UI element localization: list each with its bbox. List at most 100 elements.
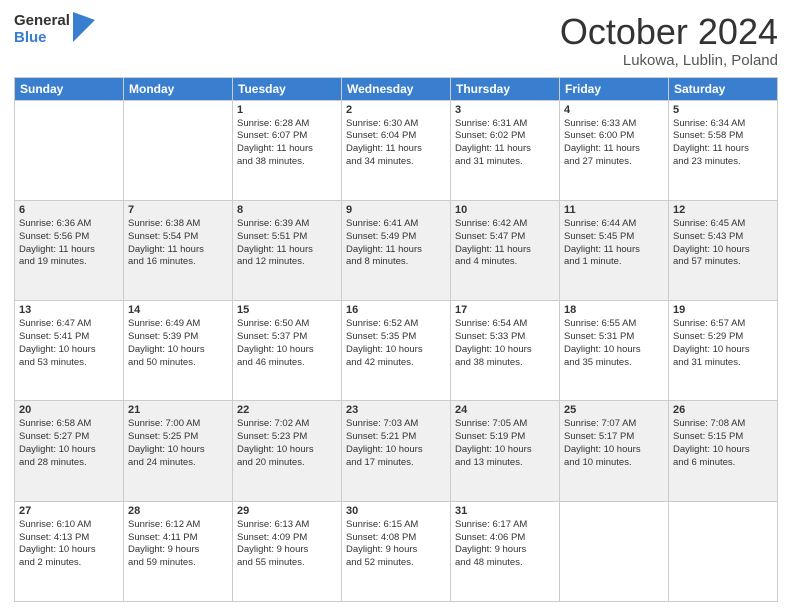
calendar-cell: 8Sunrise: 6:39 AMSunset: 5:51 PMDaylight… xyxy=(233,200,342,300)
cell-text: and 57 minutes. xyxy=(673,256,773,269)
cell-text: Daylight: 9 hours xyxy=(346,544,446,557)
cell-text: Sunrise: 6:52 AM xyxy=(346,318,446,331)
day-number: 3 xyxy=(455,104,555,116)
logo-blue: Blue xyxy=(14,29,70,46)
cell-text: Sunset: 5:31 PM xyxy=(564,331,664,344)
cell-text: Daylight: 10 hours xyxy=(346,444,446,457)
cell-text: Daylight: 11 hours xyxy=(346,244,446,257)
cell-text: Sunset: 5:47 PM xyxy=(455,231,555,244)
calendar-cell: 25Sunrise: 7:07 AMSunset: 5:17 PMDayligh… xyxy=(560,401,669,501)
logo-general: General xyxy=(14,12,70,29)
calendar-cell: 27Sunrise: 6:10 AMSunset: 4:13 PMDayligh… xyxy=(15,501,124,601)
cell-text: Daylight: 10 hours xyxy=(564,444,664,457)
cell-text: and 42 minutes. xyxy=(346,357,446,370)
day-header-monday: Monday xyxy=(124,77,233,100)
cell-text: Daylight: 9 hours xyxy=(455,544,555,557)
calendar-cell: 15Sunrise: 6:50 AMSunset: 5:37 PMDayligh… xyxy=(233,301,342,401)
cell-text: Daylight: 10 hours xyxy=(128,444,228,457)
cell-text: Sunrise: 6:30 AM xyxy=(346,118,446,131)
cell-text: Daylight: 11 hours xyxy=(346,143,446,156)
cell-text: Sunset: 5:17 PM xyxy=(564,431,664,444)
day-header-sunday: Sunday xyxy=(15,77,124,100)
cell-text: and 46 minutes. xyxy=(237,357,337,370)
calendar-cell: 31Sunrise: 6:17 AMSunset: 4:06 PMDayligh… xyxy=(451,501,560,601)
calendar-cell: 13Sunrise: 6:47 AMSunset: 5:41 PMDayligh… xyxy=(15,301,124,401)
cell-text: Daylight: 11 hours xyxy=(237,244,337,257)
cell-text: Sunset: 5:37 PM xyxy=(237,331,337,344)
day-number: 10 xyxy=(455,204,555,216)
cell-text: and 8 minutes. xyxy=(346,256,446,269)
cell-text: Sunrise: 6:12 AM xyxy=(128,519,228,532)
cell-text: and 59 minutes. xyxy=(128,557,228,570)
day-header-saturday: Saturday xyxy=(669,77,778,100)
cell-text: Sunrise: 6:42 AM xyxy=(455,218,555,231)
day-number: 24 xyxy=(455,404,555,416)
cell-text: Sunset: 4:13 PM xyxy=(19,532,119,545)
cell-text: Sunset: 5:49 PM xyxy=(346,231,446,244)
cell-text: Sunrise: 6:36 AM xyxy=(19,218,119,231)
cell-text: Sunset: 6:00 PM xyxy=(564,130,664,143)
day-number: 4 xyxy=(564,104,664,116)
cell-text: Sunset: 5:56 PM xyxy=(19,231,119,244)
cell-text: Daylight: 10 hours xyxy=(673,244,773,257)
cell-text: Sunrise: 6:50 AM xyxy=(237,318,337,331)
cell-text: Sunset: 5:25 PM xyxy=(128,431,228,444)
day-number: 13 xyxy=(19,304,119,316)
day-number: 19 xyxy=(673,304,773,316)
cell-text: Sunrise: 7:03 AM xyxy=(346,418,446,431)
cell-text: Sunrise: 7:05 AM xyxy=(455,418,555,431)
calendar-cell: 7Sunrise: 6:38 AMSunset: 5:54 PMDaylight… xyxy=(124,200,233,300)
calendar-cell: 19Sunrise: 6:57 AMSunset: 5:29 PMDayligh… xyxy=(669,301,778,401)
cell-text: Daylight: 10 hours xyxy=(237,444,337,457)
cell-text: Sunrise: 6:45 AM xyxy=(673,218,773,231)
cell-text: Sunset: 5:45 PM xyxy=(564,231,664,244)
day-number: 22 xyxy=(237,404,337,416)
day-number: 11 xyxy=(564,204,664,216)
cell-text: and 35 minutes. xyxy=(564,357,664,370)
cell-text: Sunrise: 6:44 AM xyxy=(564,218,664,231)
cell-text: Daylight: 9 hours xyxy=(128,544,228,557)
logo-icon xyxy=(73,12,95,42)
day-number: 6 xyxy=(19,204,119,216)
calendar-cell: 24Sunrise: 7:05 AMSunset: 5:19 PMDayligh… xyxy=(451,401,560,501)
cell-text: Daylight: 10 hours xyxy=(673,444,773,457)
week-row-2: 6 Sunrise: 6:36 AMSunset: 5:56 PM Daylight… xyxy=(15,200,778,300)
cell-text: and 34 minutes. xyxy=(346,156,446,169)
cell-text: Sunset: 5:33 PM xyxy=(455,331,555,344)
cell-text: Sunset: 5:15 PM xyxy=(673,431,773,444)
cell-text: Sunset: 5:23 PM xyxy=(237,431,337,444)
cell-text: Daylight: 11 hours xyxy=(673,143,773,156)
week-row-4: 20Sunrise: 6:58 AMSunset: 5:27 PMDayligh… xyxy=(15,401,778,501)
cell-text: and 4 minutes. xyxy=(455,256,555,269)
cell-text: Sunset: 6:07 PM xyxy=(237,130,337,143)
cell-text: and 24 minutes. xyxy=(128,457,228,470)
cell-text: and 31 minutes. xyxy=(673,357,773,370)
logo: General Blue xyxy=(14,12,95,47)
day-number: 21 xyxy=(128,404,228,416)
cell-text: Sunset: 6:02 PM xyxy=(455,130,555,143)
cell-text: Sunrise: 6:47 AM xyxy=(19,318,119,331)
cell-text: Sunset: 5:43 PM xyxy=(673,231,773,244)
cell-text: Daylight: 10 hours xyxy=(346,344,446,357)
day-header-friday: Friday xyxy=(560,77,669,100)
cell-text: Sunrise: 6:13 AM xyxy=(237,519,337,532)
cell-text: Sunset: 5:58 PM xyxy=(673,130,773,143)
cell-text: and 55 minutes. xyxy=(237,557,337,570)
cell-text: and 52 minutes. xyxy=(346,557,446,570)
cell-text: and 19 minutes. xyxy=(19,256,119,269)
title-area: October 2024 Lukowa, Lublin, Poland xyxy=(560,12,778,69)
cell-text: Sunset: 4:06 PM xyxy=(455,532,555,545)
calendar-cell: 3Sunrise: 6:31 AMSunset: 6:02 PMDaylight… xyxy=(451,100,560,200)
day-number: 16 xyxy=(346,304,446,316)
cell-text: Sunrise: 6:49 AM xyxy=(128,318,228,331)
cell-text: Sunrise: 6:54 AM xyxy=(455,318,555,331)
cell-text: and 31 minutes. xyxy=(455,156,555,169)
cell-text: Sunrise: 6:10 AM xyxy=(19,519,119,532)
week-row-1: 1Sunrise: 6:28 AMSunset: 6:07 PMDaylight… xyxy=(15,100,778,200)
calendar-cell: 26Sunrise: 7:08 AMSunset: 5:15 PMDayligh… xyxy=(669,401,778,501)
cell-text: and 23 minutes. xyxy=(673,156,773,169)
cell-text: Sunset: 4:09 PM xyxy=(237,532,337,545)
cell-text: Daylight: 11 hours xyxy=(237,143,337,156)
day-header-wednesday: Wednesday xyxy=(342,77,451,100)
page: General Blue October 2024 Lukowa, Lublin… xyxy=(0,0,792,612)
